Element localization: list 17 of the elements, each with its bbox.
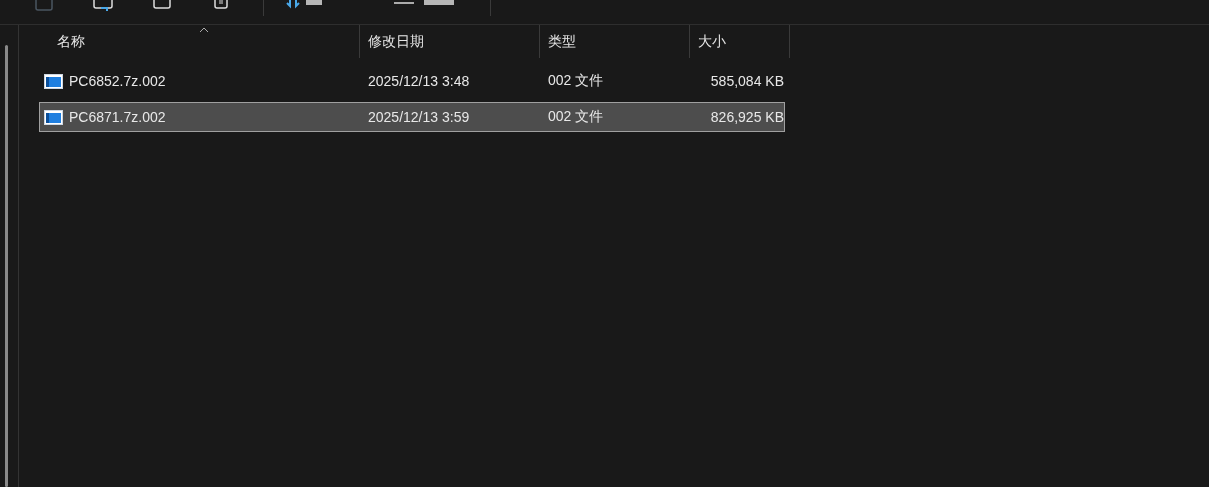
file-row[interactable]: PC6852.7z.002 2025/12/13 3:48 002 文件 585,084 KB [39, 66, 785, 96]
file-type: 002 文件 [547, 108, 605, 126]
file-icon [44, 73, 63, 89]
file-size: 826,925 KB [709, 109, 784, 125]
scrollbar-thumb[interactable] [5, 45, 8, 487]
column-header[interactable]: 类型 [548, 32, 576, 51]
modified-date: 2025/12/13 3:59 [367, 109, 471, 125]
column-header[interactable]: 名称 [57, 32, 85, 51]
column-header[interactable]: 大小 [698, 32, 726, 51]
file-name: PC6852.7z.002 [69, 73, 166, 89]
file-icon [44, 109, 63, 125]
modified-date: 2025/12/13 3:48 [367, 73, 471, 89]
column-header[interactable]: 修改日期 [368, 32, 424, 51]
file-name: PC6871.7z.002 [69, 109, 166, 125]
file-row[interactable]: PC6871.7z.002 2025/12/13 3:59 002 文件 826,925 KB [39, 102, 785, 132]
file-size: 585,084 KB [709, 73, 784, 89]
file-type: 002 文件 [547, 72, 605, 90]
